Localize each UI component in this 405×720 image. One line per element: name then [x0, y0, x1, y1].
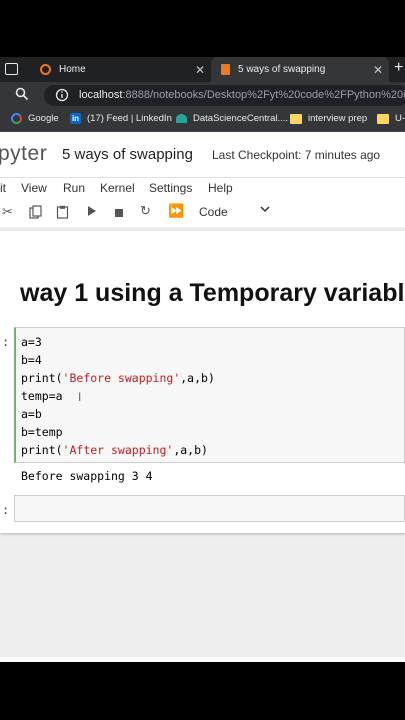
menu-edit[interactable]: it [0, 181, 6, 195]
info-icon[interactable] [55, 88, 69, 107]
notebook-icon [221, 64, 230, 75]
dsc-icon [176, 114, 187, 123]
bookmarks-bar: Google in (17) Feed | LinkedIn DataScien… [0, 108, 405, 132]
chevron-down-icon[interactable] [260, 204, 270, 216]
folder-icon [290, 113, 302, 124]
bookmark-label: interview prep [308, 113, 368, 124]
code-line[interactable]: print('After swapping',a,b) [21, 443, 208, 457]
bookmark-interview-prep[interactable]: interview prep [290, 113, 367, 124]
tab-notebook-label: 5 ways of swapping [238, 64, 326, 75]
jupyter-header: pyter 5 ways of swapping Last Checkpoint… [0, 132, 405, 178]
search-icon[interactable] [15, 87, 29, 106]
menu-settings[interactable]: Settings [149, 181, 192, 195]
menu-run[interactable]: Run [63, 181, 85, 195]
url-host: localhost [79, 89, 123, 101]
cut-icon[interactable]: ✂ [2, 204, 13, 220]
code-line[interactable]: b=temp [21, 425, 63, 439]
screen: Home ✕ 5 ways of swapping ✕ + localhost:… [0, 57, 405, 662]
paste-icon[interactable] [56, 205, 69, 222]
cell-prompt: : [2, 335, 10, 349]
code-token: print( [21, 443, 63, 457]
code-line[interactable]: print('Before swapping',a,b) [21, 371, 215, 385]
tab-notebook[interactable]: 5 ways of swapping ✕ [211, 57, 389, 82]
cell-type-select[interactable]: Code [199, 205, 228, 219]
close-icon[interactable]: ✕ [195, 63, 205, 77]
bookmark-folder-u[interactable]: U- [377, 113, 405, 124]
url-field[interactable]: localhost:8888/notebooks/Desktop%2Fyt%20… [44, 85, 405, 106]
jupyter-logo-icon [40, 64, 51, 75]
menu-help[interactable]: Help [208, 181, 233, 195]
address-bar: localhost:8888/notebooks/Desktop%2Fyt%20… [0, 82, 405, 108]
restart-icon[interactable]: ↻ [140, 203, 151, 219]
bookmark-label: Google [28, 113, 59, 124]
bookmark-label: DataScienceCentral.... [193, 113, 289, 124]
linkedin-icon: in [70, 113, 81, 124]
code-string: 'Before swapping' [62, 371, 181, 385]
code-token: ,a,b) [173, 443, 208, 457]
menu-kernel[interactable]: Kernel [100, 181, 135, 195]
notebook-title[interactable]: 5 ways of swapping [62, 146, 193, 163]
cell-output: Before swapping 3 4 [21, 469, 153, 483]
notebook-toolbar: ✂ ↻ ⏩ Code [0, 200, 405, 226]
jupyter-logo[interactable]: pyter [0, 142, 47, 166]
bookmark-label: U- [395, 113, 405, 124]
url-path: :8888/notebooks/Desktop%2Fyt%20code%2FPy… [122, 89, 405, 101]
bookmark-label: (17) Feed | LinkedIn [87, 113, 172, 124]
tab-search-icon[interactable] [5, 63, 18, 75]
copy-icon[interactable] [29, 205, 42, 222]
checkpoint-status: Last Checkpoint: 7 minutes ago [212, 148, 381, 162]
stop-icon[interactable] [114, 206, 124, 221]
code-line[interactable]: a=b [21, 407, 42, 421]
cell-prompt: : [2, 503, 10, 517]
url-text: localhost:8888/notebooks/Desktop%2Fyt%20… [79, 89, 405, 101]
tab-home[interactable]: Home ✕ [28, 57, 211, 82]
menu-view[interactable]: View [21, 181, 47, 195]
bookmark-google[interactable]: Google [11, 113, 59, 124]
bookmark-linkedin[interactable]: in (17) Feed | LinkedIn [70, 113, 172, 124]
new-tab-button[interactable]: + [394, 59, 403, 77]
google-icon [11, 113, 22, 124]
code-token: print( [21, 371, 63, 385]
fast-forward-icon[interactable]: ⏩ [168, 203, 184, 219]
code-line[interactable]: b=4 [21, 353, 42, 367]
code-string: 'After swapping' [62, 443, 174, 457]
close-icon[interactable]: ✕ [373, 63, 383, 77]
empty-code-cell[interactable] [14, 495, 405, 522]
bookmark-datasciencecentral[interactable]: DataScienceCentral.... [176, 113, 288, 124]
text-cursor-icon: I [78, 390, 82, 404]
code-line[interactable]: a=3 [21, 335, 42, 349]
tab-home-label: Home [59, 64, 86, 75]
folder-icon [377, 113, 389, 124]
run-icon[interactable] [87, 205, 97, 220]
menu-bar: it View Run Kernel Settings Help [0, 178, 405, 200]
markdown-heading[interactable]: way 1 using a Temporary variabl [20, 279, 404, 308]
browser-tab-strip: Home ✕ 5 ways of swapping ✕ + [0, 57, 405, 82]
code-line[interactable]: temp=a [21, 389, 63, 403]
code-token: ,a,b) [180, 371, 215, 385]
